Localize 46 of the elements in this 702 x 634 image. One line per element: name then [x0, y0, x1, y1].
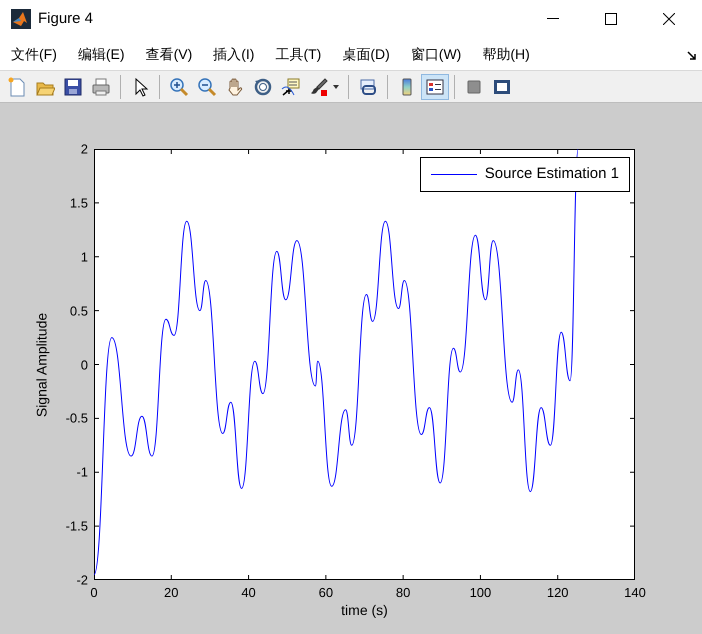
zoom-out-icon: [197, 76, 217, 96]
tick-label: 60: [318, 584, 334, 602]
tick-label: 100: [470, 584, 492, 602]
legend-label: Source Estimation 1: [484, 164, 619, 184]
data-cursor-icon: [281, 76, 301, 96]
menu-item[interactable]: 帮助(H): [482, 44, 530, 64]
menu-item[interactable]: 查看(V): [146, 44, 192, 64]
legend-icon: [425, 76, 445, 96]
tick-label: -2: [76, 571, 88, 590]
maximize-icon: [605, 13, 617, 25]
zoom-in-icon: [169, 76, 189, 96]
legend-line: [430, 172, 477, 176]
tick-label: 0.5: [70, 302, 88, 320]
tick-label: 1: [80, 248, 88, 266]
link-icon: [358, 76, 378, 96]
menu-item[interactable]: 桌面(D): [342, 44, 390, 64]
document-icon: [7, 76, 27, 96]
menu-item[interactable]: 编辑(E): [78, 44, 125, 64]
tick-label: 40: [241, 584, 256, 602]
menu-item[interactable]: 窗口(W): [410, 44, 462, 64]
caret-icon: [333, 84, 339, 88]
rotate-icon: [253, 76, 273, 96]
tick-label: -0.5: [66, 410, 88, 428]
tick-label: 2: [80, 140, 88, 158]
tick-label: -1: [76, 464, 88, 482]
tick-label: 140: [624, 584, 646, 602]
tick-label: 20: [164, 584, 179, 602]
tick-label: -1.5: [66, 517, 88, 536]
tick-label: 120: [546, 584, 569, 602]
tick-label: 0: [90, 584, 98, 602]
app-icon: [11, 9, 31, 29]
printer-icon: [91, 76, 111, 96]
menu-item[interactable]: 文件(F): [11, 44, 57, 64]
legend-button[interactable]: [421, 74, 449, 100]
x-axis-label: time (s): [341, 601, 388, 620]
menu-item[interactable]: 工具(T): [275, 44, 322, 64]
minimize-icon: [547, 18, 559, 20]
tick-label: 80: [396, 584, 410, 602]
dock-arrow-icon[interactable]: [687, 51, 696, 60]
window-title: Figure 4: [38, 8, 94, 29]
close-icon: [663, 13, 675, 25]
menu-item[interactable]: 插入(I): [213, 44, 254, 64]
brush-icon: [309, 76, 329, 96]
tick-label: 0: [80, 356, 88, 374]
y-axis-label: Signal Amplitude: [32, 312, 50, 417]
tick-label: 1.5: [70, 194, 88, 212]
